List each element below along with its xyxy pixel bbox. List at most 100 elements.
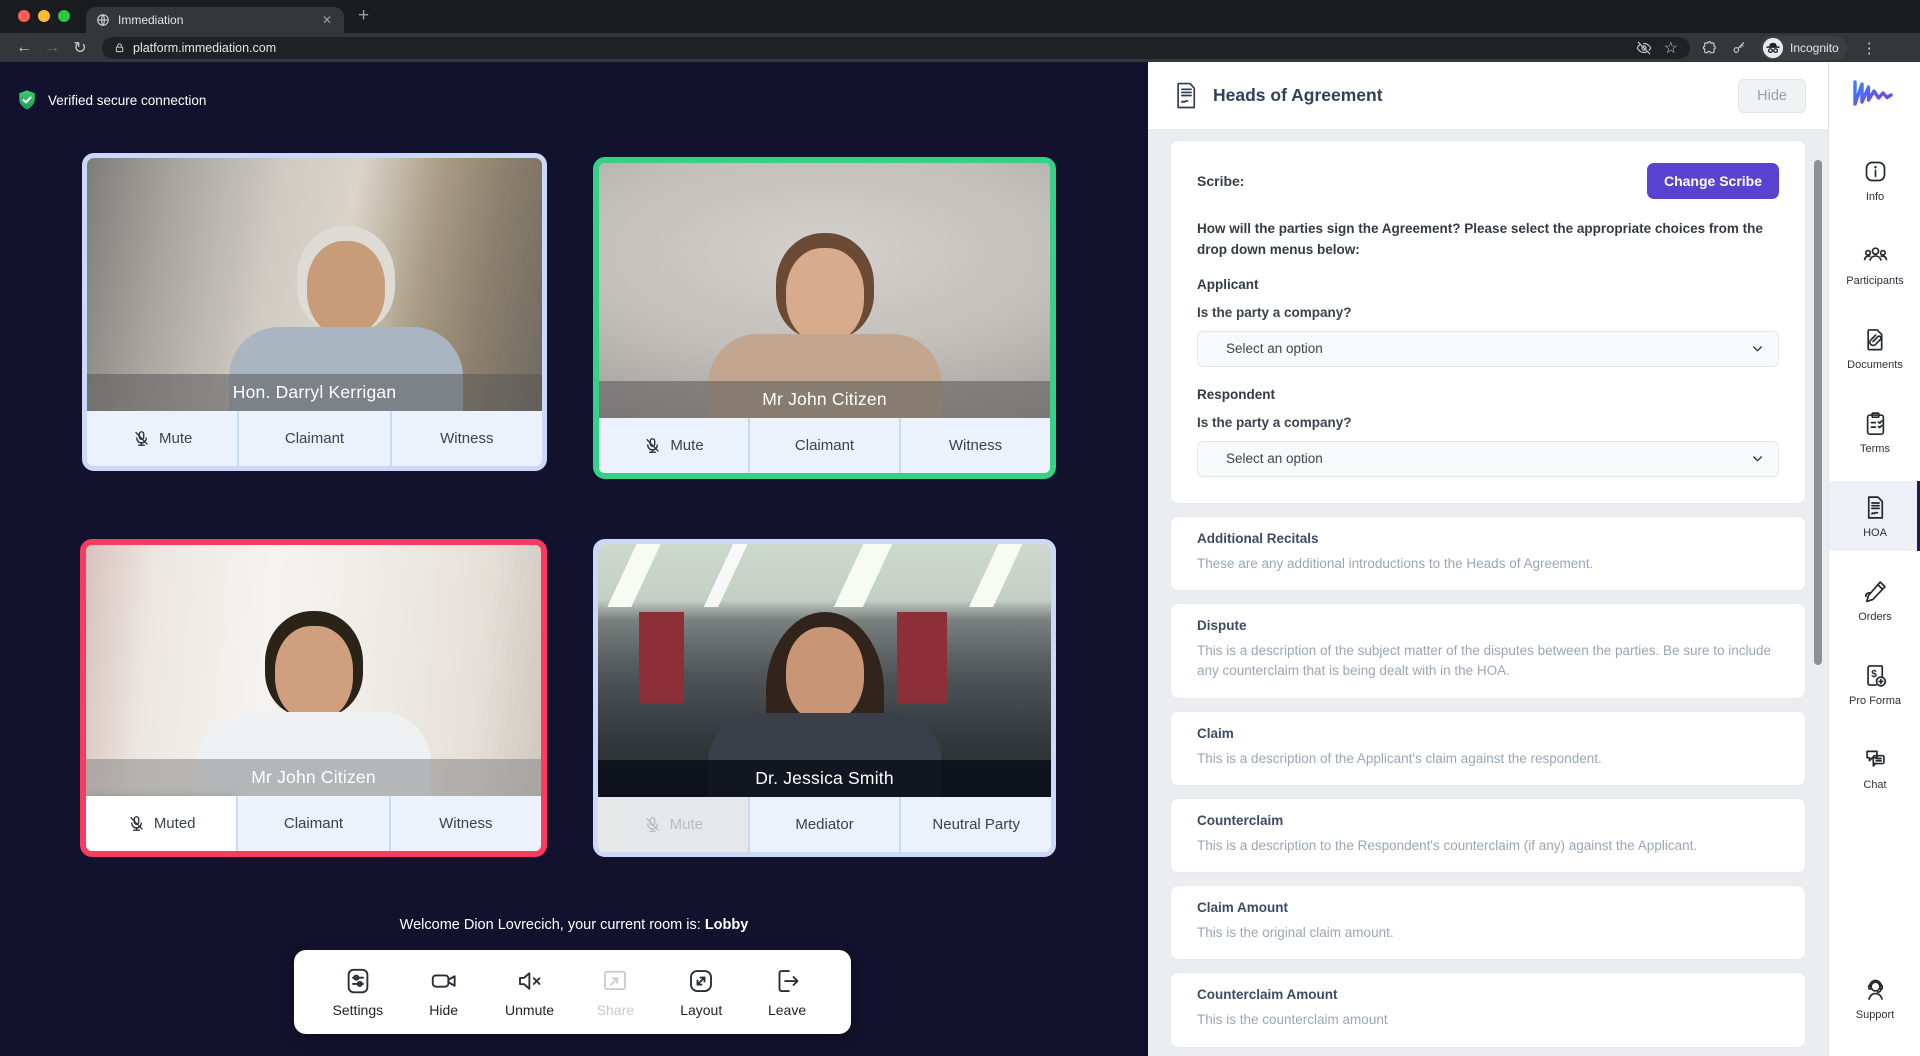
sign-question: How will the parties sign the Agreement?… bbox=[1197, 221, 1763, 257]
panel-title: Heads of Agreement bbox=[1213, 85, 1383, 105]
role-button-mediator[interactable]: Mediator bbox=[747, 797, 900, 852]
video-tile: Dr. Jessica Smith Mute Mediator Neutral … bbox=[593, 539, 1056, 857]
url-text: platform.immediation.com bbox=[133, 40, 277, 55]
browser-tabstrip: Immediation ✕ + bbox=[0, 0, 1920, 33]
chevron-down-icon bbox=[1753, 346, 1762, 352]
terms-clipboard-icon bbox=[1866, 411, 1884, 435]
support-headset-icon bbox=[1867, 979, 1883, 1000]
chrome-menu-icon[interactable]: ⋮ bbox=[1862, 39, 1877, 57]
tile-button-row: Mute Claimant Witness bbox=[87, 411, 542, 466]
sidebar-item-terms[interactable]: Terms bbox=[1829, 390, 1920, 474]
orders-pen-icon bbox=[1864, 580, 1886, 602]
leave-door-icon bbox=[778, 970, 799, 992]
conference-stage: Verified secure connection Hon. Darryl K… bbox=[0, 62, 1148, 1056]
secure-connection-indicator: Verified secure connection bbox=[16, 88, 206, 112]
back-button[interactable]: ← bbox=[10, 39, 38, 57]
sidebar-item-documents[interactable]: Documents bbox=[1829, 306, 1920, 390]
role-button-claimant[interactable]: Claimant bbox=[237, 411, 390, 466]
speaker-muted-icon bbox=[518, 972, 540, 990]
eye-off-icon[interactable] bbox=[1636, 40, 1652, 56]
leave-button[interactable]: Leave bbox=[755, 966, 819, 1018]
change-scribe-button[interactable]: Change Scribe bbox=[1646, 163, 1779, 199]
maximize-window-button[interactable] bbox=[58, 10, 70, 22]
minimize-window-button[interactable] bbox=[38, 10, 50, 22]
reload-button[interactable]: ↻ bbox=[66, 38, 94, 58]
sidebar-item-info[interactable]: Info bbox=[1829, 138, 1920, 222]
camera-icon bbox=[431, 974, 456, 988]
extensions-icon[interactable] bbox=[1702, 40, 1718, 56]
participants-icon bbox=[1863, 246, 1887, 261]
sidebar-item-participants[interactable]: Participants bbox=[1829, 222, 1920, 306]
mute-button: Mute bbox=[598, 797, 748, 852]
svg-text:$: $ bbox=[1871, 669, 1877, 680]
immediation-logo bbox=[1829, 76, 1920, 110]
incognito-avatar-icon bbox=[1762, 37, 1784, 58]
pro-forma-invoice-icon: $ bbox=[1866, 664, 1886, 687]
documents-paperclip-icon bbox=[1866, 328, 1883, 350]
mute-button[interactable]: Muted bbox=[86, 796, 237, 851]
window-controls bbox=[18, 10, 70, 22]
right-sidebar: Info Participants Documents Terms HOA Or… bbox=[1828, 62, 1920, 1056]
role-button-witness[interactable]: Witness bbox=[389, 411, 542, 466]
applicant-heading: Applicant bbox=[1197, 276, 1259, 292]
address-bar[interactable]: platform.immediation.com ☆ bbox=[102, 36, 1690, 59]
panel-hide-button[interactable]: Hide bbox=[1738, 78, 1806, 113]
sidebar-item-pro-forma[interactable]: $ Pro Forma bbox=[1829, 642, 1920, 726]
sidebar-nav: Info Participants Documents Terms HOA Or… bbox=[1829, 138, 1920, 810]
video-tile: Mr John Citizen Mute Claimant Witness bbox=[593, 157, 1056, 479]
role-button-claimant[interactable]: Claimant bbox=[236, 796, 389, 851]
layout-button[interactable]: Layout bbox=[669, 966, 733, 1018]
bookmark-star-icon[interactable]: ☆ bbox=[1664, 38, 1678, 58]
browser-toolbar: ← → ↻ platform.immediation.com ☆ Incogni… bbox=[0, 33, 1920, 62]
section-dispute[interactable]: Dispute This is a description of the sub… bbox=[1170, 603, 1806, 699]
unmute-button[interactable]: Unmute bbox=[498, 966, 562, 1018]
layout-expand-icon bbox=[690, 970, 713, 992]
browser-tab[interactable]: Immediation ✕ bbox=[86, 7, 344, 33]
scribe-label: Scribe: bbox=[1197, 173, 1245, 189]
sidebar-item-orders[interactable]: Orders bbox=[1829, 558, 1920, 642]
section-claim-amount[interactable]: Claim Amount This is the original claim … bbox=[1170, 885, 1806, 961]
panel-scrollbar-thumb[interactable] bbox=[1814, 160, 1822, 665]
tab-close-icon[interactable]: ✕ bbox=[320, 13, 334, 27]
participant-name: Hon. Darryl Kerrigan bbox=[87, 374, 542, 411]
role-button-claimant[interactable]: Claimant bbox=[748, 418, 899, 473]
tab-title: Immediation bbox=[118, 13, 184, 27]
shield-check-icon bbox=[19, 90, 35, 110]
tile-button-row: Mute Mediator Neutral Party bbox=[598, 797, 1051, 852]
video-tile: Mr John Citizen Muted Claimant Witness bbox=[80, 539, 547, 857]
sidebar-item-support[interactable]: Support bbox=[1829, 956, 1920, 1040]
chat-bubbles-icon bbox=[1865, 750, 1885, 767]
lock-icon bbox=[115, 42, 124, 52]
sidebar-item-chat[interactable]: Chat bbox=[1829, 726, 1920, 810]
screen-share-icon bbox=[604, 970, 627, 991]
secure-connection-label: Verified secure connection bbox=[48, 92, 207, 108]
sidebar-item-hoa[interactable]: HOA bbox=[1829, 481, 1920, 551]
respondent-company-select[interactable]: Select an option bbox=[1197, 440, 1779, 477]
mute-button[interactable]: Mute bbox=[599, 418, 748, 473]
section-counterclaim-amount[interactable]: Counterclaim Amount This is the counterc… bbox=[1170, 972, 1806, 1048]
video-feed bbox=[599, 163, 1050, 418]
key-icon[interactable] bbox=[1731, 40, 1747, 56]
section-additional-recitals[interactable]: Additional Recitals These are any additi… bbox=[1170, 515, 1806, 592]
applicant-company-select[interactable]: Select an option bbox=[1197, 330, 1779, 367]
hide-camera-button[interactable]: Hide bbox=[412, 966, 476, 1018]
section-claim[interactable]: Claim This is a description of the Appli… bbox=[1170, 710, 1806, 786]
settings-button[interactable]: Settings bbox=[326, 966, 390, 1018]
new-tab-button[interactable]: + bbox=[358, 5, 369, 27]
respondent-company-question: Is the party a company? bbox=[1197, 414, 1352, 430]
role-button-witness[interactable]: Witness bbox=[388, 796, 541, 851]
call-control-bar: Settings Hide Unmute Share Layout Leave bbox=[294, 950, 851, 1034]
share-button: Share bbox=[583, 966, 647, 1018]
mic-off-icon bbox=[645, 817, 659, 832]
chevron-down-icon bbox=[1753, 456, 1762, 462]
info-icon bbox=[1865, 161, 1885, 181]
mute-button[interactable]: Mute bbox=[87, 411, 238, 466]
close-window-button[interactable] bbox=[18, 10, 30, 22]
role-button-witness[interactable]: Witness bbox=[899, 418, 1050, 473]
participant-name: Mr John Citizen bbox=[86, 759, 541, 796]
role-button-neutral-party[interactable]: Neutral Party bbox=[899, 797, 1051, 852]
panel-body: Scribe: Change Scribe How will the parti… bbox=[1148, 130, 1828, 1056]
settings-sliders-icon bbox=[347, 968, 369, 994]
hoa-agreement-icon bbox=[1867, 495, 1883, 519]
section-counterclaim[interactable]: Counterclaim This is a description to th… bbox=[1170, 797, 1806, 874]
